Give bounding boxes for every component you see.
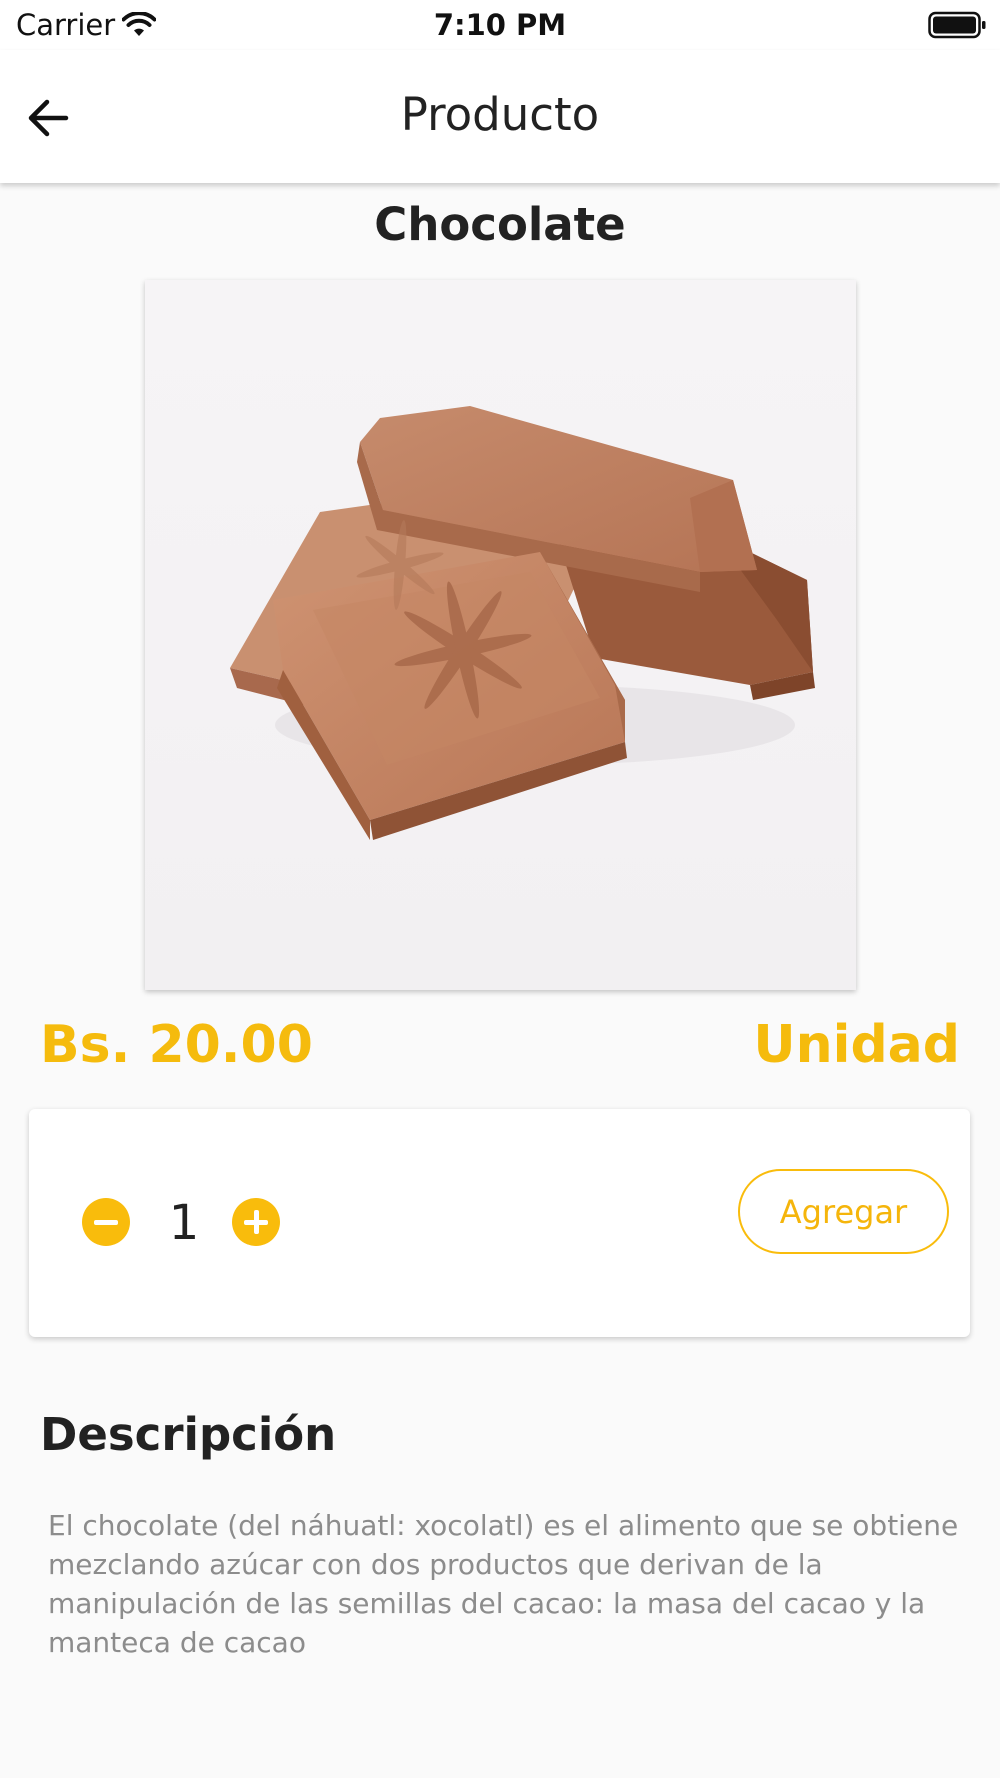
- increase-quantity-button[interactable]: [232, 1198, 280, 1246]
- product-image: [145, 280, 856, 990]
- decrease-quantity-button[interactable]: [82, 1198, 130, 1246]
- product-name: Chocolate: [374, 198, 626, 251]
- add-to-cart-button[interactable]: Agregar: [738, 1169, 949, 1254]
- battery-icon: [928, 11, 986, 39]
- product-unit: Unidad: [753, 1015, 960, 1075]
- quantity-value: 1: [168, 1195, 200, 1251]
- product-price: Bs. 20.00: [40, 1015, 313, 1075]
- chocolate-image: [145, 280, 856, 990]
- app-bar: Producto: [0, 50, 1000, 183]
- quantity-card: 1 Agregar: [29, 1109, 970, 1337]
- description-title: Descripción: [40, 1408, 337, 1461]
- status-bar: Carrier 7:10 PM: [0, 0, 1000, 50]
- status-time: 7:10 PM: [433, 8, 567, 42]
- description-text: El chocolate (del náhuatl: xocolatl) es …: [48, 1509, 959, 1659]
- page-title: Producto: [400, 88, 600, 141]
